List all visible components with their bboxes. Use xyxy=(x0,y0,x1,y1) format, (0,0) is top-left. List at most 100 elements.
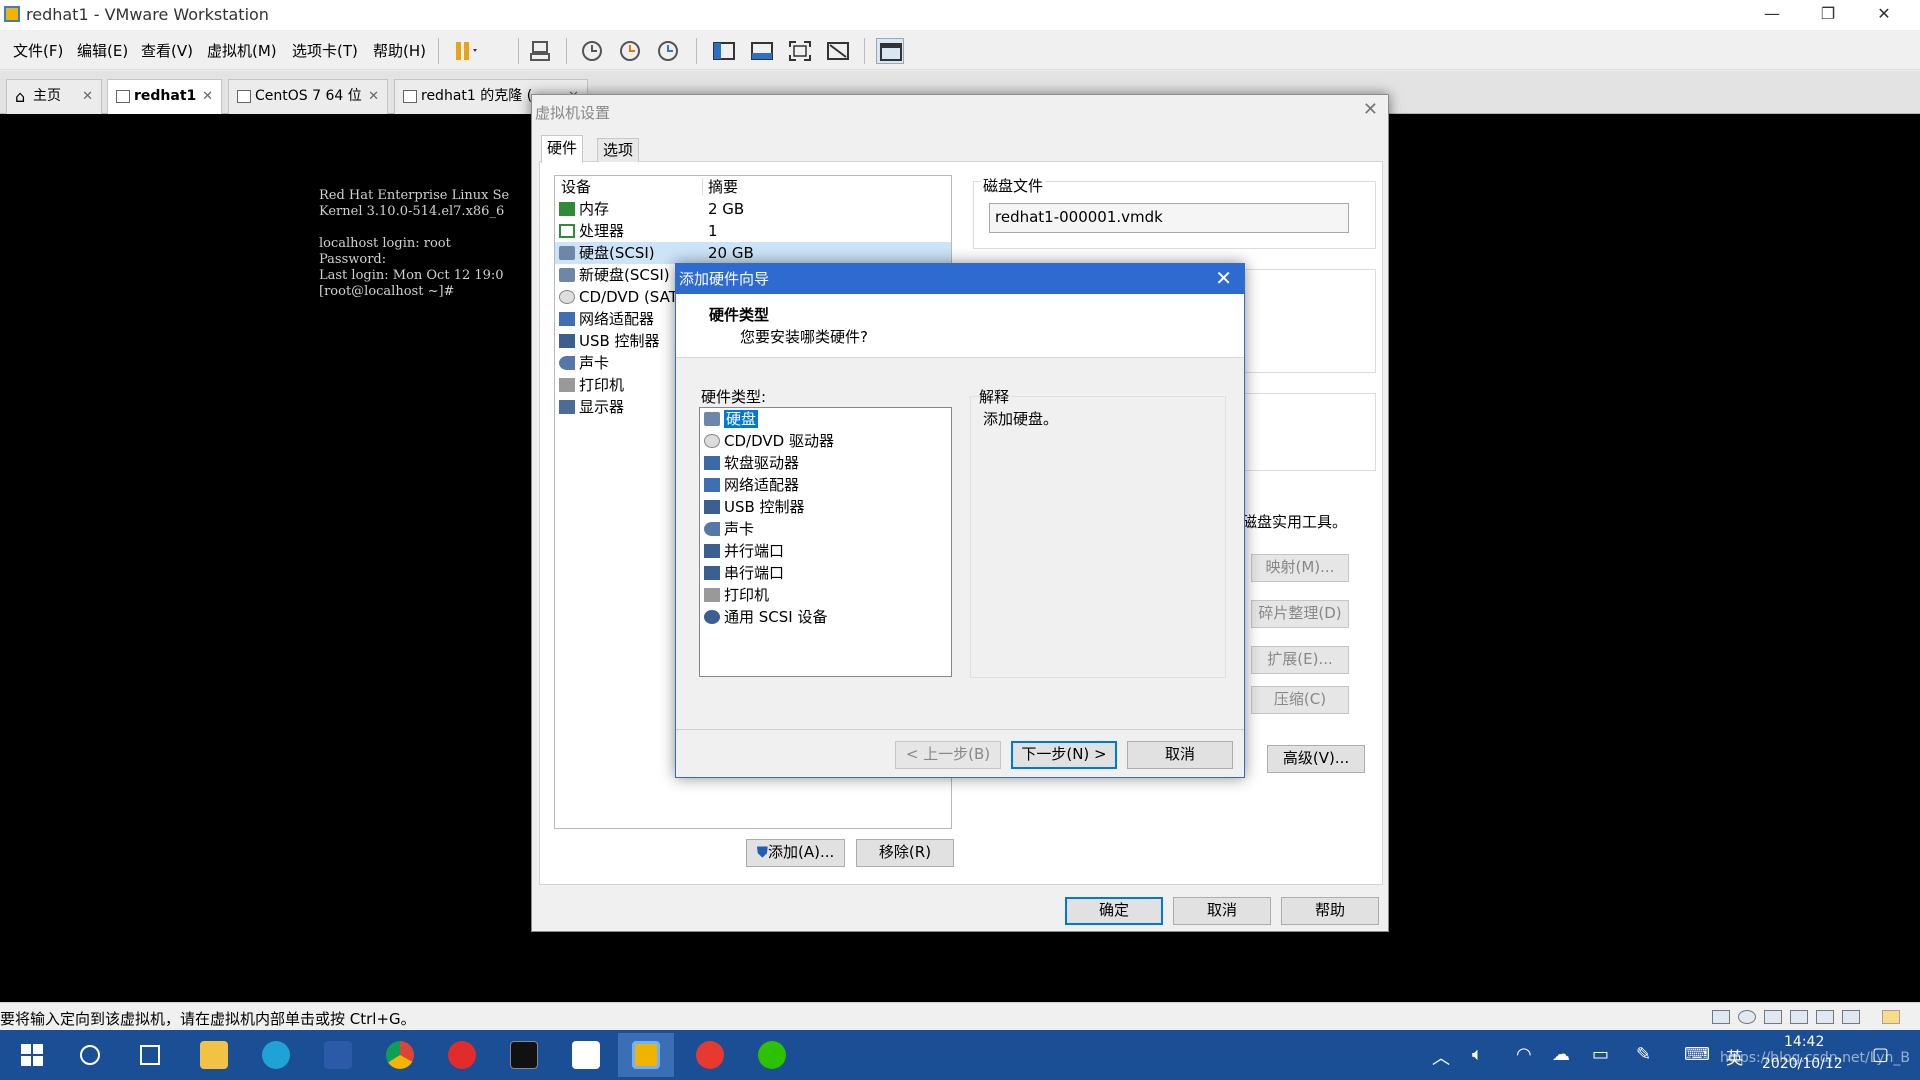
menu-vm[interactable]: 虚拟机(M) xyxy=(207,40,277,61)
weibo-button[interactable] xyxy=(682,1033,738,1077)
help-button[interactable]: 帮助 xyxy=(1281,897,1379,925)
list-item[interactable]: 声卡 xyxy=(704,518,754,540)
snapshot-manager-icon[interactable] xyxy=(654,38,682,64)
tab-hardware[interactable]: 硬件 xyxy=(541,135,584,163)
vmware-taskbar-button[interactable] xyxy=(618,1033,674,1077)
harddisk-icon xyxy=(704,412,720,426)
ok-button[interactable]: 确定 xyxy=(1065,897,1163,925)
search-button[interactable] xyxy=(62,1033,118,1077)
thumbnail-view-icon[interactable] xyxy=(748,38,776,64)
terminal-button[interactable] xyxy=(496,1033,552,1077)
close-window-button[interactable]: ✕ xyxy=(1856,0,1912,30)
pen-icon[interactable]: ✎ xyxy=(1636,1044,1651,1065)
device-row[interactable]: 硬盘(SCSI) 20 GB xyxy=(555,242,951,264)
remove-device-button[interactable]: 移除(R) xyxy=(856,839,954,867)
pause-icon[interactable] xyxy=(450,38,478,64)
edge-button[interactable] xyxy=(248,1033,304,1077)
list-item[interactable]: 网络适配器 xyxy=(704,474,799,496)
list-item[interactable]: CD/DVD 驱动器 xyxy=(704,430,834,452)
tab-home[interactable]: ⌂ 主页 ✕ xyxy=(6,79,102,114)
printer-icon xyxy=(704,588,720,602)
close-icon[interactable]: ✕ xyxy=(1363,99,1378,120)
tab-centos7[interactable]: CentOS 7 64 位 ✕ xyxy=(228,79,388,114)
snapshot-take-icon[interactable] xyxy=(578,38,606,64)
start-button[interactable] xyxy=(6,1033,62,1077)
netease-music-button[interactable] xyxy=(434,1033,490,1077)
device-row[interactable]: 内存 2 GB xyxy=(555,198,951,220)
wechat-button[interactable] xyxy=(744,1033,800,1077)
compact-button[interactable]: 压缩(C) xyxy=(1251,686,1349,714)
send-ctrl-alt-del-icon[interactable] xyxy=(526,38,554,64)
fullscreen-icon[interactable] xyxy=(786,38,814,64)
chevron-up-icon[interactable]: ︿ xyxy=(1432,1044,1450,1070)
vmware-app-icon xyxy=(4,6,20,22)
volume-icon[interactable]: 🔈︎ xyxy=(1472,1044,1483,1065)
cancel-button[interactable]: 取消 xyxy=(1173,897,1271,925)
chrome-icon xyxy=(386,1041,414,1069)
list-item[interactable]: USB 控制器 xyxy=(704,496,805,518)
library-view-icon[interactable] xyxy=(710,38,738,64)
typora-button[interactable] xyxy=(558,1033,614,1077)
unity-icon[interactable] xyxy=(824,38,852,64)
list-item[interactable]: 软盘驱动器 xyxy=(704,452,799,474)
task-view-button[interactable] xyxy=(122,1033,178,1077)
menu-view[interactable]: 查看(V) xyxy=(141,40,193,61)
keyboard-icon[interactable]: ⌨︎ xyxy=(1684,1044,1710,1065)
disk-file-field[interactable]: redhat1-000001.vmdk xyxy=(989,203,1349,233)
chrome-button[interactable] xyxy=(372,1033,428,1077)
device-name: 新硬盘(SCSI) xyxy=(579,266,670,284)
list-item[interactable]: 串行端口 xyxy=(704,562,784,584)
add-device-button[interactable]: ⛊添加(A)... xyxy=(746,839,845,867)
close-icon[interactable]: ✕ xyxy=(82,80,93,113)
list-item[interactable]: 并行端口 xyxy=(704,540,784,562)
close-icon[interactable]: ✕ xyxy=(202,80,213,113)
device-name: CD/DVD (SAT xyxy=(579,288,678,306)
network-status-icon[interactable] xyxy=(1764,1010,1782,1024)
notification-icon[interactable]: ▢ xyxy=(1872,1044,1889,1065)
usb-status-icon[interactable] xyxy=(1790,1010,1808,1024)
device-row[interactable]: 处理器 1 xyxy=(555,220,951,242)
expand-button[interactable]: 扩展(E)... xyxy=(1251,646,1349,674)
harddisk-status-icon[interactable] xyxy=(1712,1010,1730,1024)
restore-button[interactable]: ❐ xyxy=(1800,0,1856,30)
defragment-button[interactable]: 碎片整理(D) xyxy=(1251,600,1349,628)
hardware-type-list: 硬盘 CD/DVD 驱动器 软盘驱动器 网络适配器 USB 控制器 声卡 并行端… xyxy=(699,407,952,677)
menu-edit[interactable]: 编辑(E) xyxy=(77,40,128,61)
list-item[interactable]: 通用 SCSI 设备 xyxy=(704,606,827,628)
cdrom-status-icon[interactable] xyxy=(1738,1010,1756,1024)
map-button[interactable]: 映射(M)... xyxy=(1251,554,1349,582)
vmware-icon xyxy=(632,1041,660,1069)
sound-status-icon[interactable] xyxy=(1816,1010,1834,1024)
list-item[interactable]: 硬盘 xyxy=(704,408,759,430)
minimize-button[interactable]: — xyxy=(1744,0,1800,30)
explanation-box xyxy=(970,396,1226,678)
close-icon[interactable]: ✕ xyxy=(1215,264,1232,292)
next-button[interactable]: 下一步(N) > xyxy=(1011,741,1117,769)
list-item[interactable]: 打印机 xyxy=(704,584,769,606)
device-summary: 20 GB xyxy=(708,244,754,262)
message-log-icon[interactable] xyxy=(1882,1010,1900,1024)
toolbar-separator xyxy=(438,38,439,64)
menu-file[interactable]: 文件(F) xyxy=(13,40,63,61)
snapshot-revert-icon[interactable] xyxy=(616,38,644,64)
wizard-cancel-button[interactable]: 取消 xyxy=(1127,741,1233,769)
battery-icon[interactable]: ▭ xyxy=(1592,1044,1609,1065)
powershell-button[interactable] xyxy=(310,1033,366,1077)
printer-status-icon[interactable] xyxy=(1842,1010,1860,1024)
close-icon[interactable]: ✕ xyxy=(368,80,379,113)
divider xyxy=(676,729,1244,730)
tab-redhat1[interactable]: redhat1 ✕ xyxy=(107,79,222,115)
clock-time[interactable]: 14:42 xyxy=(1784,1034,1824,1050)
device-name: 硬盘(SCSI) xyxy=(579,244,655,262)
tab-options[interactable]: 选项 xyxy=(597,138,640,162)
console-line: localhost login: root xyxy=(319,236,451,251)
menu-help[interactable]: 帮助(H) xyxy=(373,40,426,61)
menu-tabs[interactable]: 选项卡(T) xyxy=(292,40,358,61)
console-view-icon[interactable] xyxy=(876,38,904,64)
file-explorer-button[interactable] xyxy=(186,1033,242,1077)
onedrive-icon[interactable]: ☁︎ xyxy=(1552,1044,1570,1065)
advanced-button[interactable]: 高级(V)... xyxy=(1267,745,1365,773)
device-name: 打印机 xyxy=(579,376,625,394)
wifi-icon[interactable]: ◠ xyxy=(1516,1044,1532,1065)
back-button[interactable]: < 上一步(B) xyxy=(895,741,1001,769)
